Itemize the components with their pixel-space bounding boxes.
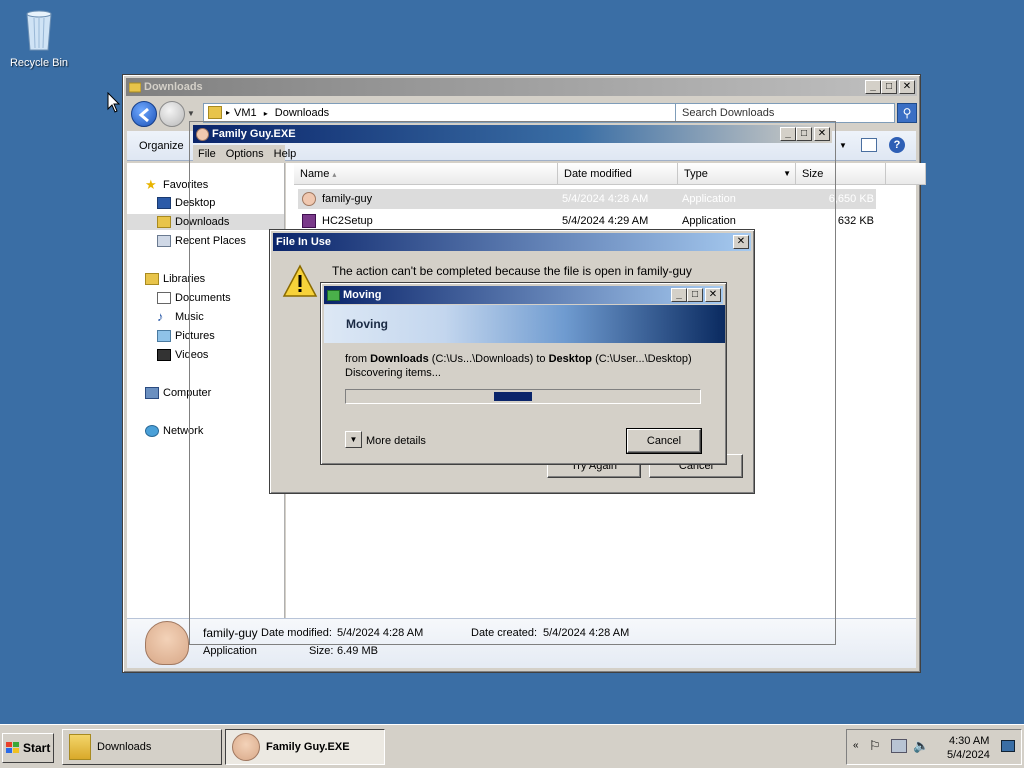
music-icon: ♪	[157, 309, 164, 324]
system-tray: « ⚐ 🔈 4:30 AM 5/4/2024	[846, 729, 1022, 765]
action-center-flag-icon[interactable]: ⚐	[869, 738, 881, 754]
recycle-bin-label: Recycle Bin	[9, 57, 69, 69]
explorer-title: Downloads	[144, 81, 203, 93]
close-button[interactable]: ✕	[705, 288, 721, 302]
search-input[interactable]: Search Downloads	[675, 103, 895, 123]
moving-status: Discovering items...	[345, 367, 441, 379]
warning-icon	[282, 264, 318, 297]
source-folder: Downloads	[370, 353, 429, 365]
maximize-button[interactable]: □	[796, 127, 812, 141]
taskbar-item-label: Family Guy.EXE	[266, 741, 350, 753]
file-in-use-message: The action can't be completed because th…	[332, 264, 692, 278]
view-dropdown-icon[interactable]: ▼	[839, 141, 847, 150]
moving-cancel-button[interactable]: Cancel	[626, 428, 702, 454]
progress-marquee-block	[494, 392, 532, 401]
help-icon[interactable]: ?	[889, 137, 905, 153]
details-size-label: Size:	[309, 645, 334, 657]
family-guy-app-icon	[232, 733, 260, 761]
file-in-use-titlebar[interactable]: File In Use ✕	[273, 233, 751, 251]
search-icon[interactable]: ⚲	[897, 103, 917, 123]
column-header-filler	[886, 163, 926, 185]
moving-titlebar[interactable]: Moving _ □ ✕	[324, 286, 723, 304]
back-button[interactable]	[131, 101, 157, 127]
moving-header-banner: Moving	[324, 305, 725, 343]
taskbar-item-label: Downloads	[97, 741, 152, 753]
recycle-bin-icon	[26, 10, 52, 51]
recent-pages-dropdown[interactable]: ▼	[187, 109, 195, 118]
menu-options[interactable]: Options	[226, 145, 264, 163]
close-button[interactable]: ✕	[899, 80, 915, 94]
network-status-icon[interactable]	[891, 739, 907, 753]
destination-folder: Desktop	[548, 353, 592, 365]
family-guy-title: Family Guy.EXE	[212, 128, 296, 140]
breadcrumb-sep-icon: ▸	[263, 109, 268, 118]
show-desktop-icon[interactable]	[1001, 740, 1015, 752]
volume-muted-icon[interactable]: 🔈	[913, 738, 929, 754]
more-details-toggle[interactable]: ▼ More details	[345, 431, 426, 448]
family-guy-menubar: File Options Help	[193, 145, 296, 163]
desktop-icon	[157, 197, 171, 209]
documents-icon	[157, 292, 171, 304]
menu-help[interactable]: Help	[274, 145, 297, 163]
folder-icon	[208, 106, 222, 119]
close-button[interactable]: ✕	[814, 127, 830, 141]
progress-bar	[345, 389, 701, 404]
libraries-icon	[145, 273, 159, 285]
clock-date[interactable]: 5/4/2024	[947, 749, 990, 761]
moving-dialog[interactable]: Moving _ □ ✕ Moving from Downloads (C:\U…	[320, 282, 727, 465]
moving-header-text: Moving	[346, 317, 388, 331]
computer-icon	[145, 387, 159, 399]
from-word: from	[345, 353, 367, 365]
clock-time[interactable]: 4:30 AM	[949, 735, 989, 747]
destination-path: (C:\User...\Desktop)	[595, 353, 692, 365]
taskbar: Start Downloads Family Guy.EXE « ⚐ 🔈 4:3…	[0, 724, 1024, 768]
details-file-type: Application	[203, 645, 257, 657]
breadcrumb-vm1[interactable]: VM1	[234, 107, 257, 119]
minimize-button[interactable]: _	[865, 80, 881, 94]
breadcrumb-downloads[interactable]: Downloads	[275, 107, 329, 119]
close-button[interactable]: ✕	[733, 235, 749, 249]
menu-file[interactable]: File	[198, 145, 216, 163]
organize-button[interactable]: Organize	[139, 140, 184, 152]
family-guy-titlebar[interactable]: Family Guy.EXE _ □ ✕	[193, 125, 832, 143]
minimize-button[interactable]: _	[780, 127, 796, 141]
downloads-icon	[157, 216, 171, 228]
moving-title: Moving	[343, 289, 382, 301]
explorer-titlebar[interactable]: Downloads _ □ ✕	[126, 78, 917, 96]
file-in-use-title: File In Use	[276, 236, 332, 248]
star-icon: ★	[145, 177, 157, 192]
start-label: Start	[23, 741, 51, 755]
folder-icon	[129, 82, 141, 93]
minimize-button[interactable]: _	[671, 288, 687, 302]
source-path: (C:\Us...\Downloads)	[431, 353, 534, 365]
file-size: 632 KB	[837, 215, 874, 227]
back-arrow-icon	[138, 107, 149, 123]
folder-icon	[69, 734, 91, 760]
forward-button[interactable]	[159, 101, 185, 127]
more-details-label: More details	[366, 435, 426, 447]
network-icon	[145, 425, 159, 437]
start-button[interactable]: Start	[2, 733, 54, 763]
family-guy-thumbnail-icon	[145, 621, 189, 665]
recent-places-icon	[157, 235, 171, 247]
mouse-cursor-icon	[107, 92, 121, 113]
taskbar-item-family-guy[interactable]: Family Guy.EXE	[225, 729, 385, 765]
taskbar-item-downloads[interactable]: Downloads	[62, 729, 222, 765]
show-hidden-icons-icon[interactable]: «	[853, 740, 859, 751]
expand-chevron-icon: ▼	[345, 431, 362, 448]
details-size: 6.49 MB	[337, 645, 378, 657]
family-guy-app-icon	[196, 127, 209, 141]
moving-icon	[327, 289, 340, 301]
moving-from-to-line: from Downloads (C:\Us...\Downloads) to D…	[345, 353, 692, 365]
maximize-button[interactable]: □	[687, 288, 703, 302]
preview-pane-icon[interactable]	[861, 138, 877, 152]
breadcrumb-sep-icon: ▸	[226, 108, 231, 117]
recycle-bin-desktop-icon[interactable]: Recycle Bin	[8, 6, 70, 69]
to-word: to	[536, 353, 546, 365]
maximize-button[interactable]: □	[881, 80, 897, 94]
windows-logo-icon	[6, 742, 19, 753]
videos-icon	[157, 349, 171, 361]
pictures-icon	[157, 330, 171, 342]
